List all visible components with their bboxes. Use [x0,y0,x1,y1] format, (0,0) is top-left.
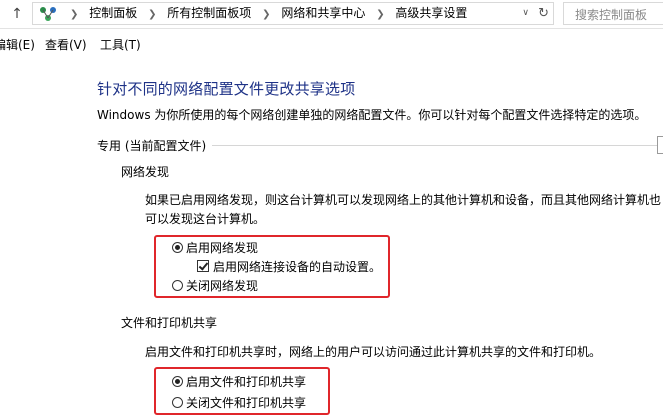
breadcrumb-network-center[interactable]: 网络和共享中心 [281,3,365,24]
search-placeholder: 搜索控制面板 [575,8,648,22]
breadcrumb-all-items[interactable]: 所有控制面板项 [167,3,251,24]
network-discovery-desc-line2: 可以发现这台计算机。 [145,212,266,226]
page-title: 针对不同的网络配置文件更改共享选项 [97,80,356,98]
menu-bar: 编辑(E) 查看(V) 工具(T) [0,30,663,56]
highlight-box [154,235,390,298]
menu-tools[interactable]: 工具(T) [100,36,141,53]
network-discovery-desc: 如果已启用网络发现，则这台计算机可以发现网络上的其他计算机和设备，而且其他网络计… [145,191,663,229]
address-box[interactable]: ❯ 控制面板 ❯ 所有控制面板项 ❯ 网络和共享中心 ❯ 高级共享设置 ∨ ↻ [32,2,554,25]
menu-view[interactable]: 查看(V) [45,36,87,53]
up-arrow-icon[interactable]: ↑ [8,5,26,23]
network-discovery-desc-line1: 如果已启用网络发现，则这台计算机可以发现网络上的其他计算机和设备，而且其他网络计… [145,193,662,207]
network-icon [40,7,56,21]
chevron-right-icon[interactable]: ❯ [262,4,270,25]
chevron-right-icon[interactable]: ❯ [148,4,156,25]
breadcrumb-advanced-sharing[interactable]: 高级共享设置 [395,3,467,24]
content-area: 针对不同的网络配置文件更改共享选项 Windows 为你所使用的每个网络创建单独… [0,56,663,419]
breadcrumb-control-panel[interactable]: 控制面板 [89,3,137,24]
chevron-down-icon[interactable]: ∨ [522,3,529,24]
file-sharing-heading: 文件和打印机共享 [121,316,218,330]
chevron-right-icon[interactable]: ❯ [376,4,384,25]
address-bar-area: ↑ ❯ 控制面板 ❯ 所有控制面板项 ❯ 网络和共享中心 ❯ 高级共享设置 ∨ … [0,0,663,29]
page-description: Windows 为你所使用的每个网络创建单独的网络配置文件。你可以针对每个配置文… [97,108,647,122]
breadcrumb: ❯ 控制面板 ❯ 所有控制面板项 ❯ 网络和共享中心 ❯ 高级共享设置 [63,3,467,24]
highlight-box [154,367,330,415]
refresh-icon[interactable]: ↻ [538,3,549,24]
profile-header[interactable]: 专用 (当前配置文件) [97,137,213,154]
chevron-right-icon: ❯ [70,9,79,20]
collapse-toggle[interactable] [657,136,663,154]
search-input[interactable]: 搜索控制面板 [563,2,663,25]
file-sharing-desc: 启用文件和打印机共享时，网络上的用户可以访问通过此计算机共享的文件和打印机。 [145,345,602,359]
network-discovery-heading: 网络发现 [121,165,170,179]
menu-edit[interactable]: 编辑(E) [0,36,35,53]
